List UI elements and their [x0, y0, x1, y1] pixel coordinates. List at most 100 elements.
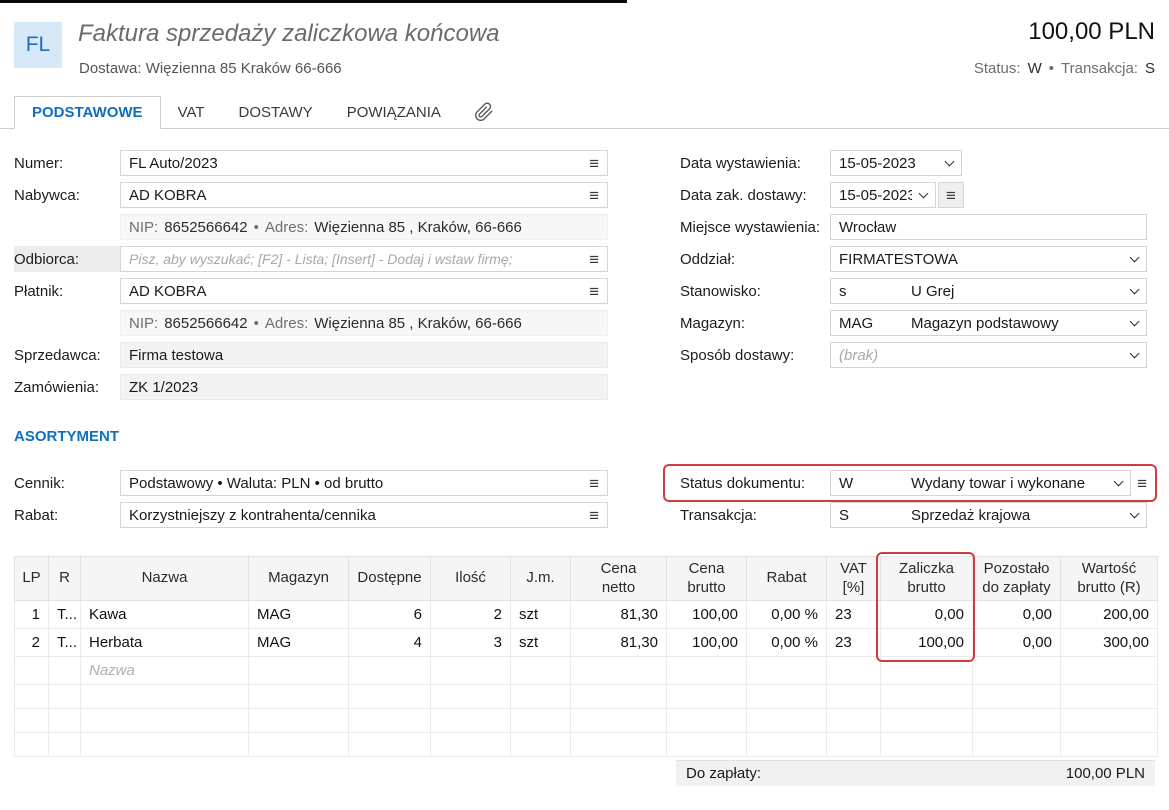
- cennik-input[interactable]: Podstawowy • Waluta: PLN • od brutto ≡: [120, 470, 608, 496]
- numer-label: Numer:: [14, 155, 120, 172]
- menu-icon[interactable]: ≡: [589, 155, 599, 172]
- column-header-2[interactable]: Nazwa: [81, 557, 249, 601]
- column-header-11[interactable]: Zaliczka brutto: [881, 557, 973, 601]
- cell[interactable]: 81,30: [571, 629, 667, 657]
- cell[interactable]: Nazwa: [81, 657, 249, 685]
- menu-icon[interactable]: ≡: [589, 251, 599, 268]
- table-row[interactable]: Nazwa: [15, 657, 1158, 685]
- cell[interactable]: 23: [827, 629, 881, 657]
- nabywca-value: AD KOBRA: [129, 187, 583, 204]
- transakcja-select[interactable]: S Sprzedaż krajowa: [830, 502, 1147, 528]
- menu-icon[interactable]: ≡: [589, 187, 599, 204]
- oddzial-select[interactable]: FIRMATESTOWA: [830, 246, 1147, 272]
- cell[interactable]: Herbata: [81, 629, 249, 657]
- cell[interactable]: 2: [15, 629, 49, 657]
- cell[interactable]: szt: [511, 601, 571, 629]
- zamowienia-value: ZK 1/2023: [129, 379, 599, 396]
- status-dokumentu-select[interactable]: W Wydany towar i wykonane: [830, 470, 1131, 496]
- data-zak-dostawy-select[interactable]: 15-05-2023: [830, 182, 936, 208]
- numer-input[interactable]: FL Auto/2023 ≡: [120, 150, 608, 176]
- magazyn-select[interactable]: MAG Magazyn podstawowy: [830, 310, 1147, 336]
- cell[interactable]: T...: [49, 601, 81, 629]
- cell[interactable]: [249, 657, 349, 685]
- cell: [349, 685, 431, 709]
- cell[interactable]: 3: [431, 629, 511, 657]
- column-header-5[interactable]: Ilość: [431, 557, 511, 601]
- tab-vat[interactable]: VAT: [161, 96, 222, 128]
- column-header-1[interactable]: R: [49, 557, 81, 601]
- column-header-6[interactable]: J.m.: [511, 557, 571, 601]
- cell[interactable]: [431, 657, 511, 685]
- tab-dostawy[interactable]: DOSTAWY: [222, 96, 330, 128]
- cell[interactable]: 200,00: [1061, 601, 1158, 629]
- sposob-dostawy-label: Sposób dostawy:: [680, 347, 830, 364]
- cell[interactable]: [973, 657, 1061, 685]
- cell[interactable]: 81,30: [571, 601, 667, 629]
- attachments-button[interactable]: [474, 96, 494, 128]
- miejsce-wystawienia-input[interactable]: Wrocław: [830, 214, 1147, 240]
- window-top-edge: [0, 0, 627, 3]
- menu-icon[interactable]: ≡: [589, 507, 599, 524]
- rabat-input[interactable]: Korzystniejszy z kontrahenta/cennika ≡: [120, 502, 608, 528]
- cell[interactable]: [881, 657, 973, 685]
- cell[interactable]: 300,00: [1061, 629, 1158, 657]
- column-header-9[interactable]: Rabat: [747, 557, 827, 601]
- cell[interactable]: 4: [349, 629, 431, 657]
- odbiorca-input[interactable]: Pisz, aby wyszukać; [F2] - Lista; [Inser…: [120, 246, 608, 272]
- menu-icon[interactable]: ≡: [589, 475, 599, 492]
- cell[interactable]: 6: [349, 601, 431, 629]
- nabywca-input[interactable]: AD KOBRA ≡: [120, 182, 608, 208]
- platnik-input[interactable]: AD KOBRA ≡: [120, 278, 608, 304]
- table-row[interactable]: 1T...KawaMAG62szt81,30100,000,00 %230,00…: [15, 601, 1158, 629]
- delivery-address: Dostawa: Więzienna 85 Kraków 66-666: [79, 60, 342, 77]
- cell[interactable]: 100,00: [881, 629, 973, 657]
- cell[interactable]: 100,00: [667, 601, 747, 629]
- stanowisko-select[interactable]: s U Grej: [830, 278, 1147, 304]
- tab-podstawowe[interactable]: PODSTAWOWE: [14, 96, 161, 129]
- cell[interactable]: [571, 657, 667, 685]
- adres-label: Adres:: [265, 219, 308, 236]
- column-header-7[interactable]: Cena netto: [571, 557, 667, 601]
- menu-icon[interactable]: ≡: [589, 283, 599, 300]
- cell[interactable]: [349, 657, 431, 685]
- cell[interactable]: [49, 657, 81, 685]
- cell[interactable]: [15, 657, 49, 685]
- column-header-13[interactable]: Wartość brutto (R): [1061, 557, 1158, 601]
- cell[interactable]: [511, 657, 571, 685]
- column-header-8[interactable]: Cena brutto: [667, 557, 747, 601]
- cell[interactable]: 0,00 %: [747, 629, 827, 657]
- cell[interactable]: 0,00: [973, 629, 1061, 657]
- cell[interactable]: 2: [431, 601, 511, 629]
- cell[interactable]: MAG: [249, 629, 349, 657]
- cell[interactable]: [747, 657, 827, 685]
- cell[interactable]: [667, 657, 747, 685]
- column-header-0[interactable]: LP: [15, 557, 49, 601]
- column-header-3[interactable]: Magazyn: [249, 557, 349, 601]
- cell[interactable]: [1061, 657, 1158, 685]
- menu-icon[interactable]: ≡: [1137, 475, 1147, 492]
- cell[interactable]: szt: [511, 629, 571, 657]
- data-wystawienia-select[interactable]: 15-05-2023: [830, 150, 962, 176]
- cell[interactable]: 23: [827, 601, 881, 629]
- table-row[interactable]: 2T...HerbataMAG43szt81,30100,000,00 %231…: [15, 629, 1158, 657]
- sposob-dostawy-select[interactable]: (brak): [830, 342, 1147, 368]
- cell[interactable]: 0,00 %: [747, 601, 827, 629]
- platnik-label: Płatnik:: [14, 283, 120, 300]
- cell[interactable]: 0,00: [973, 601, 1061, 629]
- column-header-4[interactable]: Dostępne: [349, 557, 431, 601]
- column-header-10[interactable]: VAT [%]: [827, 557, 881, 601]
- zamowienia-field: ZK 1/2023: [120, 374, 608, 400]
- chevron-down-icon: [1130, 252, 1140, 262]
- cell[interactable]: 100,00: [667, 629, 747, 657]
- cell[interactable]: 1: [15, 601, 49, 629]
- cell[interactable]: Kawa: [81, 601, 249, 629]
- cell[interactable]: [827, 657, 881, 685]
- cell[interactable]: MAG: [249, 601, 349, 629]
- data-zak-dostawy-menu-button[interactable]: ≡: [938, 182, 964, 208]
- stanowisko-label: Stanowisko:: [680, 283, 830, 300]
- cell: [1061, 709, 1158, 733]
- cell[interactable]: 0,00: [881, 601, 973, 629]
- cell[interactable]: T...: [49, 629, 81, 657]
- column-header-12[interactable]: Pozostało do zapłaty: [973, 557, 1061, 601]
- tab-powiazania[interactable]: POWIĄZANIA: [330, 96, 458, 128]
